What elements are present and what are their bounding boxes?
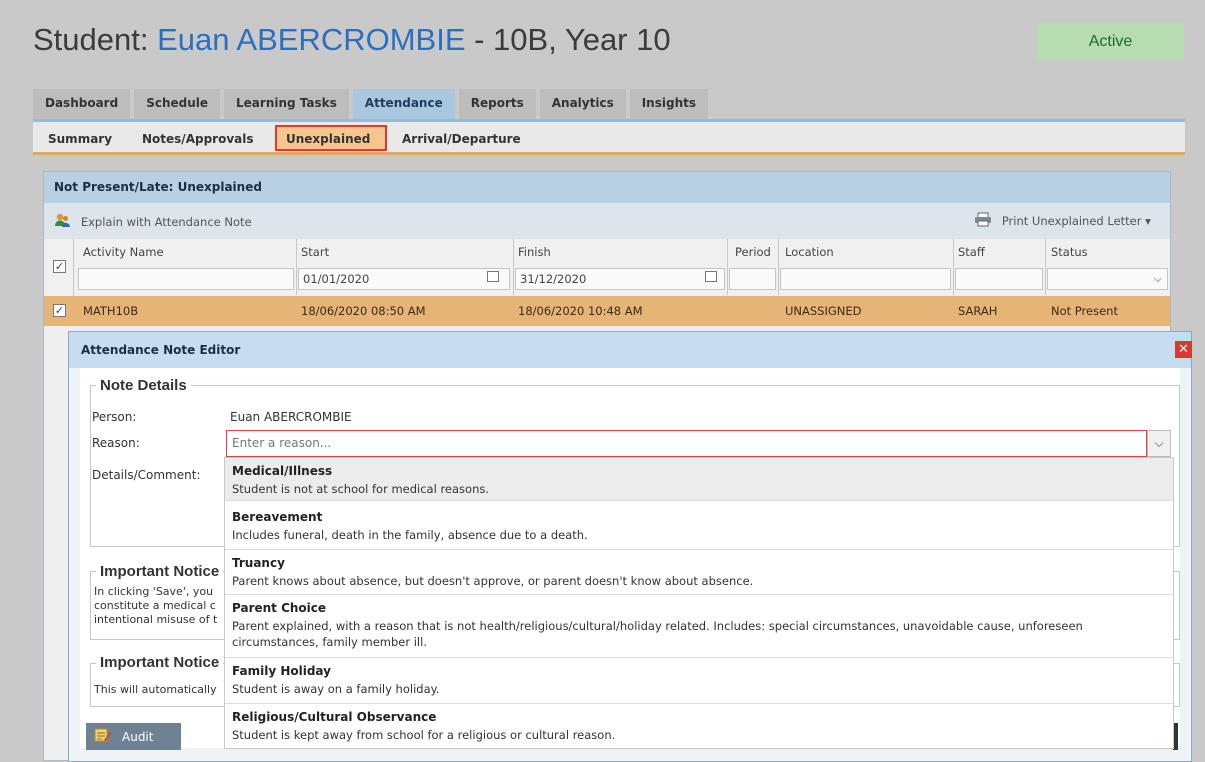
- audit-icon: [94, 727, 112, 746]
- audit-label: Audit: [122, 729, 154, 744]
- notice1-legend: Important Notice: [96, 563, 224, 580]
- filter-location[interactable]: [780, 268, 951, 290]
- main-tabs: Dashboard Schedule Learning Tasks Attend…: [33, 89, 712, 119]
- col-start[interactable]: Start: [301, 245, 329, 259]
- filter-status[interactable]: ⌵: [1047, 268, 1168, 290]
- reason-dropdown-button[interactable]: ⌵: [1147, 430, 1171, 457]
- student-name: Euan ABERCROMBIE: [157, 22, 466, 57]
- row-staff: SARAH: [958, 304, 998, 318]
- reason-option-religious[interactable]: Religious/Cultural Observance Student is…: [225, 704, 1173, 748]
- option-desc: Student is away on a family holiday.: [232, 682, 440, 696]
- tab-attendance[interactable]: Attendance: [352, 89, 455, 119]
- chevron-down-icon: ⌵: [1154, 436, 1164, 450]
- option-desc: Student is not at school for medical rea…: [232, 482, 490, 496]
- page-title: Student: Euan ABERCROMBIE - 10B, Year 10: [33, 22, 671, 58]
- status-badge: Active: [1037, 23, 1184, 60]
- subtab-arrival-departure[interactable]: Arrival/Departure: [402, 132, 521, 146]
- notice1-line: constitute a medical c: [94, 599, 216, 612]
- notice1-line: In clicking 'Save', you: [94, 585, 214, 598]
- filter-start[interactable]: 01/01/2020: [298, 268, 510, 290]
- calendar-icon[interactable]: [705, 271, 717, 282]
- option-desc: Parent knows about absence, but doesn't …: [232, 574, 754, 588]
- tab-schedule[interactable]: Schedule: [134, 89, 221, 119]
- col-location[interactable]: Location: [785, 245, 834, 259]
- person-value: Euan ABERCROMBIE: [230, 410, 352, 424]
- chevron-down-icon: ⌵: [1153, 272, 1162, 285]
- reason-input[interactable]: Enter a reason...: [226, 430, 1147, 457]
- audit-button[interactable]: Audit: [86, 723, 181, 750]
- row-status: Not Present: [1051, 304, 1118, 318]
- title-prefix: Student:: [33, 22, 158, 57]
- option-title: Family Holiday: [232, 664, 331, 678]
- reason-option-parent-choice[interactable]: Parent Choice Parent explained, with a r…: [225, 595, 1173, 658]
- print-letter-label: Print Unexplained Letter ▾: [1001, 214, 1151, 228]
- option-desc: Student is kept away from school for a r…: [232, 728, 616, 742]
- col-staff[interactable]: Staff: [958, 245, 985, 259]
- select-all-checkbox[interactable]: ✓: [53, 260, 66, 273]
- calendar-icon[interactable]: [487, 271, 499, 282]
- option-title: Truancy: [232, 556, 285, 570]
- panel-title: Not Present/Late: Unexplained: [44, 172, 1170, 203]
- person-label: Person:: [92, 410, 137, 424]
- row-location: UNASSIGNED: [785, 304, 862, 318]
- option-title: Religious/Cultural Observance: [232, 710, 437, 724]
- option-title: Medical/Illness: [232, 464, 333, 478]
- option-title: Bereavement: [232, 510, 323, 524]
- option-desc: Parent explained, with a reason that is …: [232, 619, 1083, 649]
- col-finish[interactable]: Finish: [518, 245, 551, 259]
- reason-option-family-holiday[interactable]: Family Holiday Student is away on a fami…: [225, 658, 1173, 704]
- tab-dashboard[interactable]: Dashboard: [33, 89, 131, 119]
- option-title: Parent Choice: [232, 601, 327, 615]
- filter-staff[interactable]: [955, 268, 1043, 290]
- explain-button[interactable]: Explain with Attendance Note: [54, 212, 252, 231]
- people-icon: [54, 212, 71, 231]
- reason-label: Reason:: [92, 436, 140, 450]
- printer-icon: [974, 212, 992, 230]
- row-activity: MATH10B: [83, 304, 139, 318]
- tab-analytics[interactable]: Analytics: [539, 89, 626, 119]
- title-suffix: - 10B, Year 10: [465, 22, 671, 57]
- reason-option-bereavement[interactable]: Bereavement Includes funeral, death in t…: [225, 504, 1173, 550]
- modal-title: Attendance Note Editor: [69, 332, 1191, 368]
- notice1-line: intentional misuse of t: [94, 613, 218, 626]
- tab-reports[interactable]: Reports: [458, 89, 536, 119]
- notice2-legend: Important Notice: [96, 654, 224, 671]
- subtab-summary[interactable]: Summary: [48, 132, 112, 146]
- tab-insights[interactable]: Insights: [629, 89, 708, 119]
- reason-dropdown-list: Medical/Illness Student is not at school…: [224, 457, 1174, 749]
- col-activity-name[interactable]: Activity Name: [83, 245, 164, 259]
- subtab-unexplained[interactable]: Unexplained: [286, 132, 370, 146]
- explain-button-label: Explain with Attendance Note: [80, 214, 252, 229]
- col-period[interactable]: Period: [735, 245, 771, 259]
- row-start: 18/06/2020 08:50 AM: [301, 304, 426, 318]
- reason-option-medical[interactable]: Medical/Illness Student is not at school…: [225, 458, 1173, 501]
- notice2-text: This will automatically: [94, 683, 217, 696]
- row-checkbox[interactable]: ✓: [53, 304, 66, 317]
- col-status[interactable]: Status: [1051, 245, 1088, 259]
- tab-learning-tasks[interactable]: Learning Tasks: [224, 89, 349, 119]
- filter-finish[interactable]: 31/12/2020: [515, 268, 725, 290]
- subtab-notes-approvals[interactable]: Notes/Approvals: [142, 132, 254, 146]
- close-icon[interactable]: ✕: [1175, 341, 1192, 358]
- print-letter-button[interactable]: Print Unexplained Letter ▾: [974, 212, 1151, 230]
- row-finish: 18/06/2020 10:48 AM: [518, 304, 643, 318]
- filter-activity[interactable]: [78, 268, 294, 290]
- reason-option-truancy[interactable]: Truancy Parent knows about absence, but …: [225, 550, 1173, 595]
- option-desc: Includes funeral, death in the family, a…: [232, 528, 588, 542]
- details-label: Details/Comment:: [92, 468, 201, 482]
- filter-period[interactable]: [729, 268, 776, 290]
- note-details-legend: Note Details: [96, 377, 191, 394]
